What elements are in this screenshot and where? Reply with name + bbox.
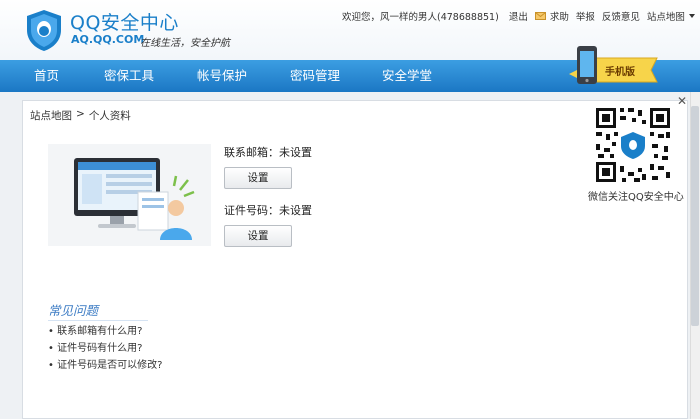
breadcrumb-separator: > [76, 108, 85, 120]
breadcrumb-root[interactable]: 站点地图 [30, 108, 72, 123]
faq-item[interactable]: 证件号码是否可以修改? [48, 356, 162, 373]
faq-item[interactable]: 联系邮箱有什么用? [48, 322, 162, 339]
sitemap-link[interactable]: 站点地图 [647, 9, 685, 23]
nav-item-account-protection[interactable]: 帐号保护 [197, 60, 247, 92]
nav-item-home[interactable]: 首页 [34, 60, 59, 92]
welcome-text: 欢迎您，风一样的男人(478688851) [342, 12, 499, 23]
scrollbar-thumb[interactable] [691, 106, 699, 326]
breadcrumb-current: 个人资料 [88, 110, 131, 122]
breadcrumb: 站点地图 > 个人资料 [30, 108, 131, 123]
report-link[interactable]: 举报 [576, 9, 595, 23]
nav-item-security-school[interactable]: 安全学堂 [382, 60, 432, 92]
top-links: 欢迎您，风一样的男人(478688851) 退出 求助 举报 反馈意见 站点地图 [342, 9, 695, 23]
site-title[interactable]: QQ安全中心 [70, 8, 179, 35]
nav-item-security-tools[interactable]: 密保工具 [104, 60, 154, 92]
logout-link[interactable]: 退出 [509, 9, 528, 23]
site-slogan: 在线生活，安全护航 [140, 38, 230, 49]
faq-title: 常见问题 [48, 300, 148, 321]
wechat-qr-code [594, 106, 672, 184]
site-domain: AQ.QQ.COM [71, 33, 145, 46]
help-link[interactable]: 求助 [550, 9, 569, 23]
id-status-label: 证件号码：未设置 [224, 204, 312, 217]
set-email-button[interactable]: 设置 [224, 167, 292, 189]
set-id-button[interactable]: 设置 [224, 225, 292, 247]
qr-caption: 微信关注QQ安全中心 [588, 192, 684, 203]
faq-item[interactable]: 证件号码有什么用? [48, 339, 162, 356]
chevron-down-icon[interactable] [688, 14, 695, 18]
nav-item-password-management[interactable]: 密码管理 [290, 60, 340, 92]
feedback-link[interactable]: 反馈意见 [602, 9, 640, 23]
mail-icon [534, 12, 546, 20]
profile-illustration [48, 144, 211, 246]
close-icon[interactable]: ✕ [677, 94, 687, 108]
mobile-version-label[interactable]: 手机版 [605, 63, 635, 78]
email-status-label: 联系邮箱：未设置 [224, 146, 312, 159]
faq-list: 联系邮箱有什么用? 证件号码有什么用? 证件号码是否可以修改? [48, 322, 162, 373]
qq-shield-logo-icon[interactable] [24, 8, 64, 52]
